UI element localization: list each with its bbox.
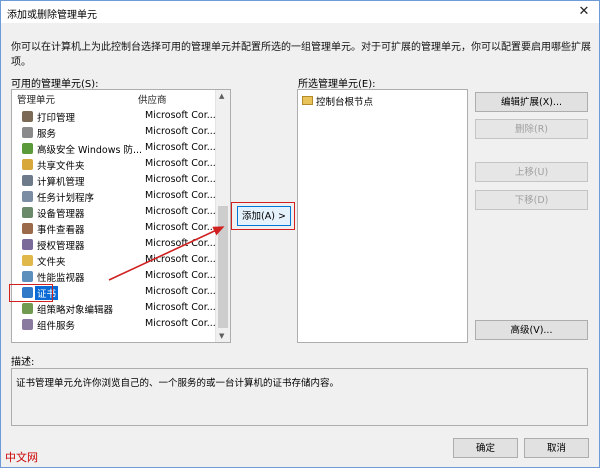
annotation-arrow xyxy=(108,226,225,281)
add-remove-snapins-dialog: 添加或删除管理单元 ✕ 你可以在计算机上为此控制台选择可用的管理单元并配置所选的… xyxy=(0,0,600,468)
watermark: 中文网 xyxy=(5,451,38,464)
